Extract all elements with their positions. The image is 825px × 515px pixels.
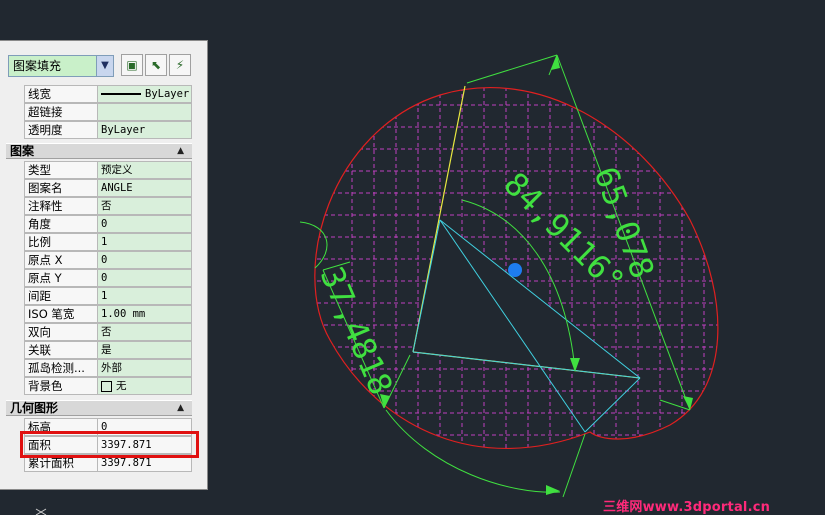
prop-row-scale[interactable]: 比例 1 [24,233,192,251]
prop-row-transparency[interactable]: 透明度 ByLayer [24,121,192,139]
prop-key: 背景色 [24,377,98,395]
prop-row-spacing[interactable]: 间距 1 [24,287,192,305]
prop-value-text: 无 [116,380,127,392]
prop-key: 超链接 [24,103,98,121]
prop-key: 原点 X [24,251,98,269]
section-title: 几何图形 [10,401,59,415]
ucs-cursor-mark [35,508,47,515]
select-objects-button[interactable]: ⬉ [145,54,167,76]
prop-key: 注释性 [24,197,98,215]
prop-value[interactable] [98,103,192,121]
prop-row-hyperlink[interactable]: 超链接 [24,103,192,121]
prop-value[interactable]: ByLayer [98,121,192,139]
prop-key: 双向 [24,323,98,341]
section-title: 图案 [10,144,35,158]
prop-key: 原点 Y [24,269,98,287]
prop-row-origin-y[interactable]: 原点 Y0 [24,269,192,287]
prop-key: 角度 [24,215,98,233]
prop-value[interactable]: ANGLE [98,179,192,197]
prop-row-lineweight[interactable]: 线宽 ByLayer [24,85,192,103]
prop-row-annotative[interactable]: 注释性否 [24,197,192,215]
prop-value[interactable]: 是 [98,341,192,359]
prop-key: 关联 [24,341,98,359]
toggle-pickadd-button[interactable]: ▣ [121,54,143,76]
prop-value-text: ByLayer [145,88,190,100]
area-highlight-box [20,431,199,458]
prop-row-island-detection[interactable]: 孤岛检测... 外部 [24,359,192,377]
prop-value[interactable]: 0 [98,269,192,287]
properties-palette: 图案填充 ▼ ▣ ⬉ ⚡ 线宽 ByLayer 超链接 透明度 ByLayer … [0,40,208,490]
prop-value[interactable]: 1.00 mm [98,305,192,323]
section-header-pattern[interactable]: 图案 ▲ [6,143,192,159]
prop-key: 线宽 [24,85,98,103]
centroid-grip [508,263,522,277]
prop-value[interactable]: 0 [98,251,192,269]
watermark: 三维网www.3dportal.cn [603,500,771,515]
no-color-swatch-icon [101,380,112,392]
prop-row-angle[interactable]: 角度 0 [24,215,192,233]
object-type-label: 图案填充 [13,59,62,73]
prop-key: 间距 [24,287,98,305]
prop-row-background-color[interactable]: 背景色 无 [24,377,192,395]
prop-row-iso-pen-width[interactable]: ISO 笔宽 1.00 mm [24,305,192,323]
collapse-icon[interactable]: ▲ [177,401,184,415]
prop-value[interactable]: 否 [98,197,192,215]
quick-select-icon: ⚡ [175,58,185,72]
section-header-geometry[interactable]: 几何图形 ▲ [6,400,192,416]
prop-value[interactable]: 预定义 [98,161,192,179]
prop-value[interactable]: 否 [98,323,192,341]
prop-key: 比例 [24,233,98,251]
prop-value[interactable]: 1 [98,233,192,251]
inner-island [413,87,640,378]
prop-value[interactable]: 0 [98,215,192,233]
object-type-select[interactable]: 图案填充 ▼ [8,55,114,77]
quick-select-button[interactable]: ⚡ [169,54,191,76]
cursor-select-icon: ⬉ [150,58,162,72]
prop-row-associative[interactable]: 关联是 [24,341,192,359]
prop-value[interactable]: 无 [98,377,192,395]
hatch-pattern [314,87,718,449]
prop-row-origin-x[interactable]: 原点 X0 [24,251,192,269]
prop-key: 孤岛检测... [24,359,98,377]
prop-row-double[interactable]: 双向否 [24,323,192,341]
prop-row-type[interactable]: 类型 预定义 [24,161,192,179]
prop-row-pattern-name[interactable]: 图案名 ANGLE [24,179,192,197]
lineweight-swatch [101,93,141,95]
prop-value[interactable]: 1 [98,287,192,305]
palette-toolbar: 图案填充 ▼ ▣ ⬉ ⚡ [8,54,198,78]
prop-key: 图案名 [24,179,98,197]
prop-key: 透明度 [24,121,98,139]
collapse-icon[interactable]: ▲ [177,144,184,158]
prop-key: ISO 笔宽 [24,305,98,323]
prop-value[interactable]: ByLayer [98,85,192,103]
pickadd-icon: ▣ [126,58,138,72]
prop-value[interactable]: 外部 [98,359,192,377]
chevron-down-icon[interactable]: ▼ [96,56,113,76]
prop-key: 类型 [24,161,98,179]
